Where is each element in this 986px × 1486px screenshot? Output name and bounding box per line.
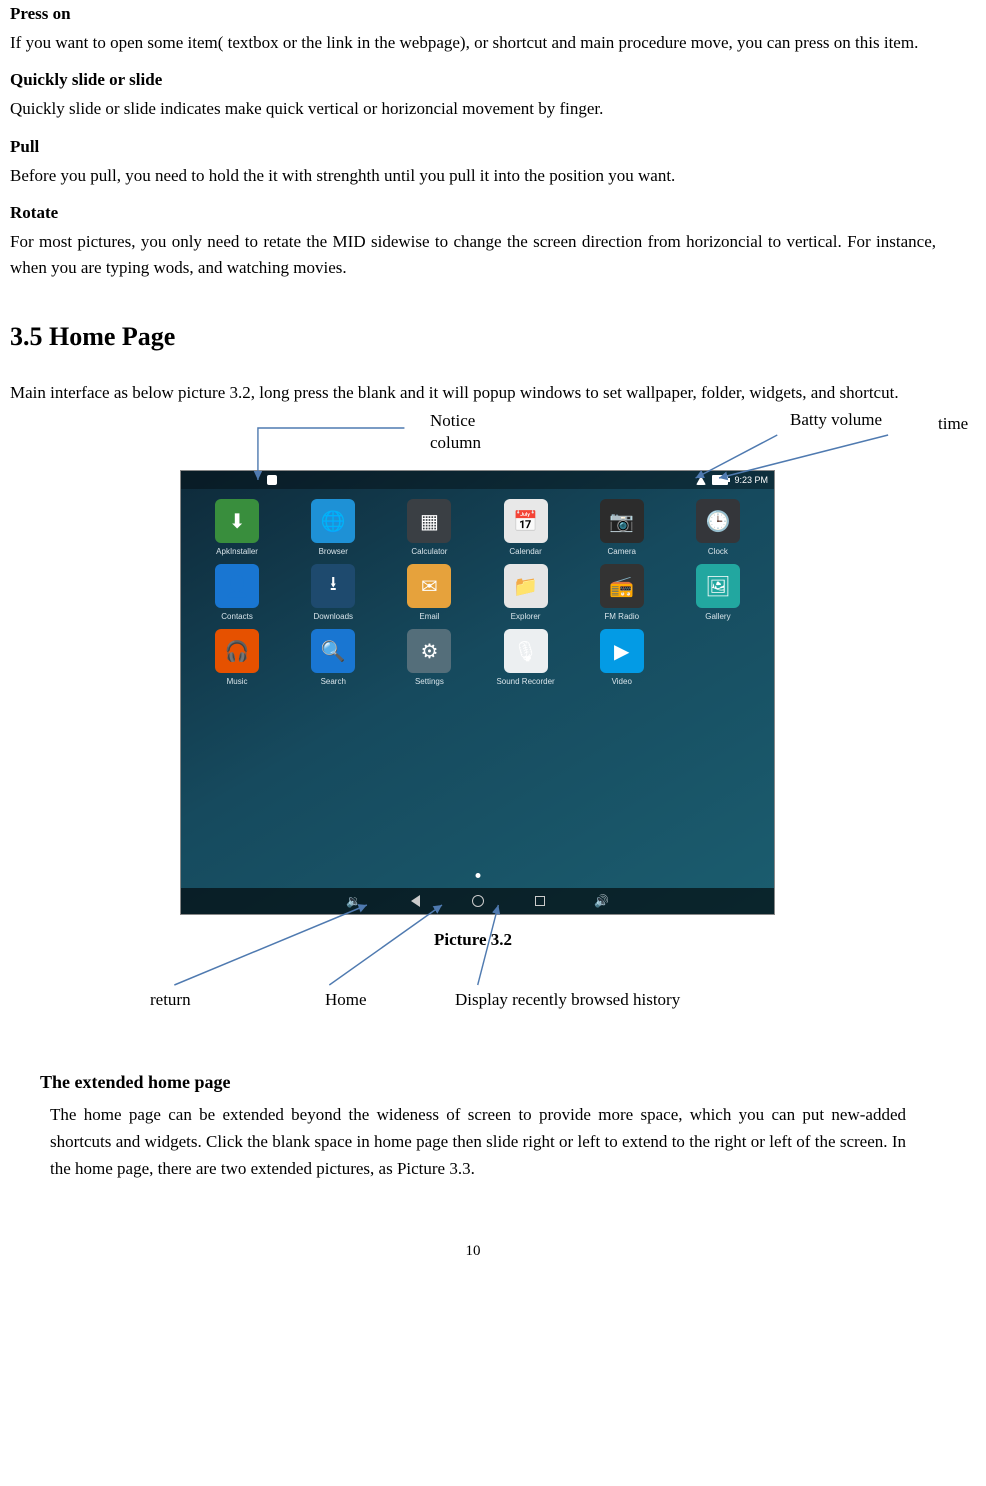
app-icon: 🌐 xyxy=(311,499,355,543)
recent-button[interactable] xyxy=(533,894,547,908)
para-extended: The home page can be extended beyond the… xyxy=(50,1101,906,1183)
volume-down-icon[interactable]: 🔉 xyxy=(347,894,361,908)
app-label: Music xyxy=(227,677,248,686)
app-label: Calculator xyxy=(411,547,447,556)
app-camera[interactable]: 📷 Camera xyxy=(576,499,668,556)
para-pull: Before you pull, you need to hold the it… xyxy=(10,163,936,189)
app-icon: 📅 xyxy=(504,499,548,543)
app-label: Gallery xyxy=(705,612,730,621)
home-button[interactable] xyxy=(471,894,485,908)
battery-icon xyxy=(712,475,728,485)
app-icon: ▦ xyxy=(407,499,451,543)
app-label: Email xyxy=(419,612,439,621)
volume-up-icon[interactable]: 🔊 xyxy=(595,894,609,908)
callout-home: Home xyxy=(325,990,367,1010)
app-icon: 🎙 xyxy=(504,629,548,673)
app-video[interactable]: ▶ Video xyxy=(576,629,668,686)
callout-battery: Batty volume xyxy=(790,410,882,430)
notification-icon xyxy=(267,475,277,485)
heading-pull: Pull xyxy=(10,137,936,157)
app-label: Video xyxy=(612,677,632,686)
heading-slide: Quickly slide or slide xyxy=(10,70,936,90)
app-icon: 🖼 xyxy=(696,564,740,608)
heading-press-on: Press on xyxy=(10,4,936,24)
callout-return: return xyxy=(150,990,191,1010)
app-label: Camera xyxy=(608,547,636,556)
app-grid: ⬇ ApkInstaller 🌐 Browser ▦ Calculator 📅 Calenda… xyxy=(191,499,764,686)
section-title-home: 3.5 Home Page xyxy=(10,322,936,352)
app-label: Calendar xyxy=(509,547,541,556)
app-settings[interactable]: ⚙ Settings xyxy=(383,629,475,686)
app-icon: 📻 xyxy=(600,564,644,608)
app-icon: 🎧 xyxy=(215,629,259,673)
app-icon: ▶ xyxy=(600,629,644,673)
figure-caption: Picture 3.2 xyxy=(10,930,936,950)
app-icon: 👤 xyxy=(215,564,259,608)
app-explorer[interactable]: 📁 Explorer xyxy=(479,564,571,621)
nav-bar: 🔉 🔊 xyxy=(181,888,774,914)
status-time: 9:23 PM xyxy=(734,475,768,485)
app-calculator[interactable]: ▦ Calculator xyxy=(383,499,475,556)
app-fm-radio[interactable]: 📻 FM Radio xyxy=(576,564,668,621)
app-label: Clock xyxy=(708,547,728,556)
callout-time: time xyxy=(938,414,968,434)
app-music[interactable]: 🎧 Music xyxy=(191,629,283,686)
callout-notice: Notice column xyxy=(430,410,481,454)
app-browser[interactable]: 🌐 Browser xyxy=(287,499,379,556)
page-indicator xyxy=(475,873,480,878)
app-label: Contacts xyxy=(221,612,253,621)
app-icon: 🔍 xyxy=(311,629,355,673)
wifi-icon xyxy=(696,476,706,485)
heading-rotate: Rotate xyxy=(10,203,936,223)
tablet-screenshot: 9:23 PM ⬇ ApkInstaller 🌐 Browser ▦ Calculator… xyxy=(180,470,775,915)
back-button[interactable] xyxy=(409,894,423,908)
app-icon: 📁 xyxy=(504,564,548,608)
para-rotate: For most pictures, you only need to reta… xyxy=(10,229,936,282)
app-email[interactable]: ✉ Email xyxy=(383,564,475,621)
para-press-on: If you want to open some item( textbox o… xyxy=(10,30,936,56)
callout-recent: Display recently browsed history xyxy=(455,990,680,1010)
app-clock[interactable]: 🕒 Clock xyxy=(672,499,764,556)
app-label: Search xyxy=(321,677,346,686)
status-bar: 9:23 PM xyxy=(181,471,774,489)
app-icon: ⚙ xyxy=(407,629,451,673)
app-icon: 📷 xyxy=(600,499,644,543)
app-search[interactable]: 🔍 Search xyxy=(287,629,379,686)
app-icon: ✉ xyxy=(407,564,451,608)
app-icon: ⭳ xyxy=(311,564,355,608)
app-icon: ⬇ xyxy=(215,499,259,543)
app-apkinstaller[interactable]: ⬇ ApkInstaller xyxy=(191,499,283,556)
app-label: Downloads xyxy=(313,612,353,621)
app-sound-recorder[interactable]: 🎙 Sound Recorder xyxy=(479,629,571,686)
app-icon: 🕒 xyxy=(696,499,740,543)
app-downloads[interactable]: ⭳ Downloads xyxy=(287,564,379,621)
para-slide: Quickly slide or slide indicates make qu… xyxy=(10,96,936,122)
figure-3-2: Notice column Batty volume time 9:23 PM … xyxy=(10,420,936,1060)
para-home-intro: Main interface as below picture 3.2, lon… xyxy=(10,380,936,406)
app-gallery[interactable]: 🖼 Gallery xyxy=(672,564,764,621)
app-label: Sound Recorder xyxy=(496,677,554,686)
callout-notice-label: Notice column xyxy=(430,411,481,452)
app-label: ApkInstaller xyxy=(216,547,258,556)
heading-extended: The extended home page xyxy=(40,1072,936,1093)
app-label: Explorer xyxy=(511,612,541,621)
app-label: FM Radio xyxy=(604,612,639,621)
app-contacts[interactable]: 👤 Contacts xyxy=(191,564,283,621)
app-label: Browser xyxy=(319,547,348,556)
app-calendar[interactable]: 📅 Calendar xyxy=(479,499,571,556)
app-label: Settings xyxy=(415,677,444,686)
page-number: 10 xyxy=(10,1243,936,1260)
